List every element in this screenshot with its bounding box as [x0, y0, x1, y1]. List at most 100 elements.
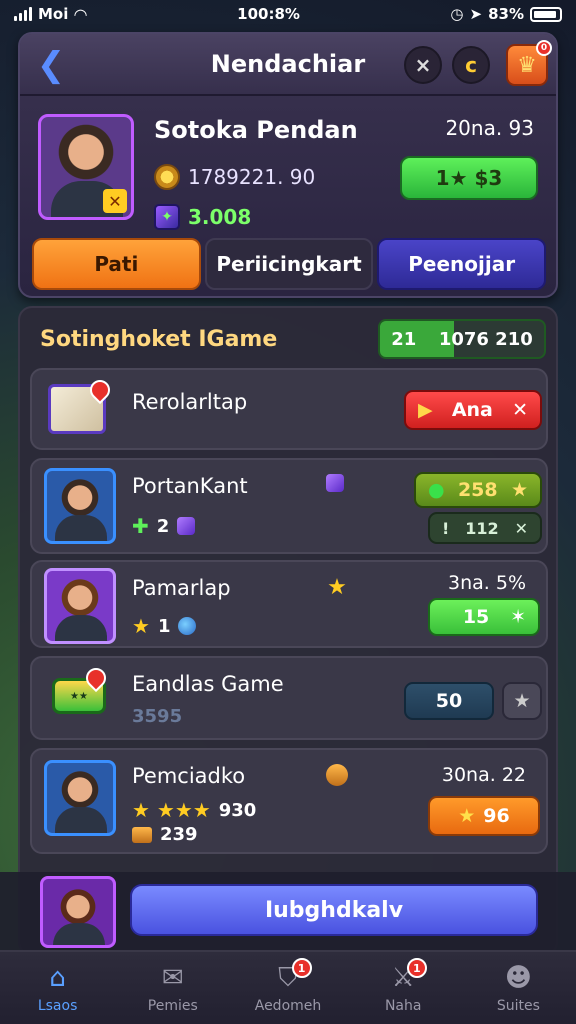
nav-pemies[interactable]: ✉ Pemies — [115, 952, 230, 1024]
info-icon: ! — [442, 518, 450, 538]
gem-icon: ✦ — [154, 204, 180, 230]
nav-naha[interactable]: ⚔ 1 Naha — [346, 952, 461, 1024]
item-name: PortanKant — [132, 474, 248, 498]
pill-left-value: 21 — [391, 328, 417, 350]
level-button[interactable]: 15 ✶ — [428, 598, 540, 636]
item-stat-value: 3595 — [132, 706, 183, 727]
item-name: Pemciadko — [132, 764, 246, 788]
pill-right-value: 1076 210 — [438, 328, 533, 350]
close-icon: ✕ — [512, 399, 528, 421]
item-reward-value: 239 — [160, 824, 198, 845]
avatar — [44, 568, 116, 644]
notification-badge: 1 — [406, 958, 427, 978]
clock: 100:8% — [237, 5, 300, 23]
tab-peenojjar[interactable]: Peenojjar — [377, 238, 547, 290]
sparkle-icon: ✶ — [510, 606, 526, 628]
gem-icon — [177, 517, 196, 535]
favorite-button[interactable]: ★ — [502, 682, 542, 720]
play-label: Ana — [451, 399, 493, 421]
player-name: Sotoka Pendan — [154, 116, 358, 144]
star-icon: ★ — [327, 574, 347, 600]
close-button[interactable]: × — [404, 46, 442, 84]
rank-badge-icon: ✕ — [103, 189, 127, 213]
gold-stat: 1789221. 90 — [154, 164, 315, 190]
score-value: 20na. 93 — [445, 116, 534, 140]
primary-action-button[interactable]: Iubghdkalv — [130, 884, 538, 936]
nav-suites[interactable]: ☻ Suites — [461, 952, 576, 1024]
item-name: Rerolarltap — [132, 390, 248, 414]
boost-button[interactable]: ★ 96 — [428, 796, 540, 836]
item-stats: ✚ 2 — [132, 514, 196, 538]
reward-button[interactable]: 1★ $3 — [400, 156, 538, 200]
list-item[interactable]: Pemciadko ★ ★★★ 930 239 30na. 22 ★ 96 — [30, 748, 548, 854]
item-stars: ★ ★★★ 930 — [132, 798, 256, 822]
item-stats: ★ 1 — [132, 614, 197, 638]
signal-icon — [14, 7, 32, 21]
item-stat-value: 1 — [157, 615, 171, 637]
battery-percent: 83% — [488, 5, 524, 23]
page-title: Nendachiar — [210, 50, 366, 78]
profile-panel: ❮ Nendachiar × c ♛ 0 ✕ Sotoka Pendan 178… — [18, 32, 558, 298]
back-arrow-icon[interactable]: ❮ — [30, 44, 72, 86]
avatar — [44, 760, 116, 836]
location-icon: ➤ — [469, 5, 483, 23]
user-icon: ☻ — [504, 963, 532, 993]
notification-badge: 0 — [536, 40, 552, 56]
tab-periicingkart[interactable]: Periicingkart — [204, 238, 374, 290]
item-stat-value: 2 — [156, 515, 170, 537]
avatar[interactable]: ✕ — [38, 114, 134, 220]
timer-value: 112 — [465, 518, 499, 538]
star-icon: ★ — [132, 614, 150, 638]
item-name: Pamarlap — [132, 576, 231, 600]
list-item[interactable]: PortanKant ✚ 2 ● 258 ★ ! 112 ✕ — [30, 458, 548, 554]
timer-button[interactable]: ! 112 ✕ — [428, 512, 542, 544]
list-title: Sotinghoket IGame — [40, 326, 278, 352]
tab-bar: Pati Periicingkart Peenojjar — [32, 238, 547, 290]
item-stat-value: 930 — [218, 799, 257, 821]
list-item[interactable]: Pamarlap ★ ★ 1 3na. 5% 15 ✶ — [30, 560, 548, 648]
plus-icon: ✚ — [132, 514, 149, 538]
star-icon: ★ — [510, 479, 528, 501]
map-book-icon — [48, 375, 115, 440]
title-bar: ❮ Nendachiar × c ♛ 0 — [20, 34, 556, 96]
list-item[interactable]: Rerolarltap ▶ Ana ✕ — [30, 368, 548, 450]
carrier-label: Moi — [38, 5, 69, 23]
game-list-panel: Sotinghoket IGame 21 1076 210 Rerolarlta… — [18, 306, 558, 956]
wifi-icon: ◠ — [74, 4, 87, 24]
mail-icon: ✉ — [161, 963, 184, 993]
boost-value: 96 — [483, 805, 510, 827]
notification-badge: 1 — [291, 958, 312, 978]
collect-button[interactable]: ● 258 ★ — [414, 472, 542, 508]
play-button[interactable]: ▶ Ana ✕ — [404, 390, 542, 430]
star-icon: ★ — [458, 805, 476, 827]
chest-icon — [132, 826, 152, 843]
battery-icon — [529, 6, 562, 22]
item-rewards: 239 — [132, 824, 198, 845]
nav-label: Pemies — [147, 998, 198, 1014]
item-score: 30na. 22 — [441, 764, 526, 786]
profile-section: ✕ Sotoka Pendan 1789221. 90 ✦ 3.008 20na… — [20, 96, 556, 232]
game-logo-icon: ★★ — [48, 663, 114, 728]
dismiss-icon: ✕ — [514, 518, 528, 538]
gem-stat: ✦ 3.008 — [154, 204, 251, 230]
list-header: Sotinghoket IGame 21 1076 210 — [20, 308, 556, 370]
nav-home[interactable]: ⌂ Lsaos — [0, 952, 115, 1024]
avatar — [40, 876, 116, 948]
gem-bag-icon — [324, 762, 350, 788]
item-name: Eandlas Game — [132, 672, 284, 696]
gem-chest-icon — [322, 470, 348, 496]
list-item[interactable]: ★★ Eandlas Game 3595 50 ★ — [30, 656, 548, 740]
score-button[interactable]: 50 — [404, 682, 494, 720]
nav-label: Suites — [496, 998, 540, 1014]
level-value: 15 — [462, 606, 490, 628]
tab-pati[interactable]: Pati — [32, 238, 201, 290]
item-percent: 3na. 5% — [448, 572, 526, 594]
nav-aedomeh[interactable]: ⛉ 1 Aedomeh — [230, 952, 345, 1024]
home-icon: ⌂ — [49, 963, 66, 993]
globe-icon — [178, 617, 197, 635]
status-bar: Moi ◠ 100:8% ◷ ➤ 83% — [0, 0, 576, 28]
play-icon: ▶ — [418, 399, 433, 421]
avatar — [44, 468, 116, 544]
coin-button[interactable]: c — [452, 46, 490, 84]
rewards-button[interactable]: ♛ 0 — [506, 40, 552, 86]
